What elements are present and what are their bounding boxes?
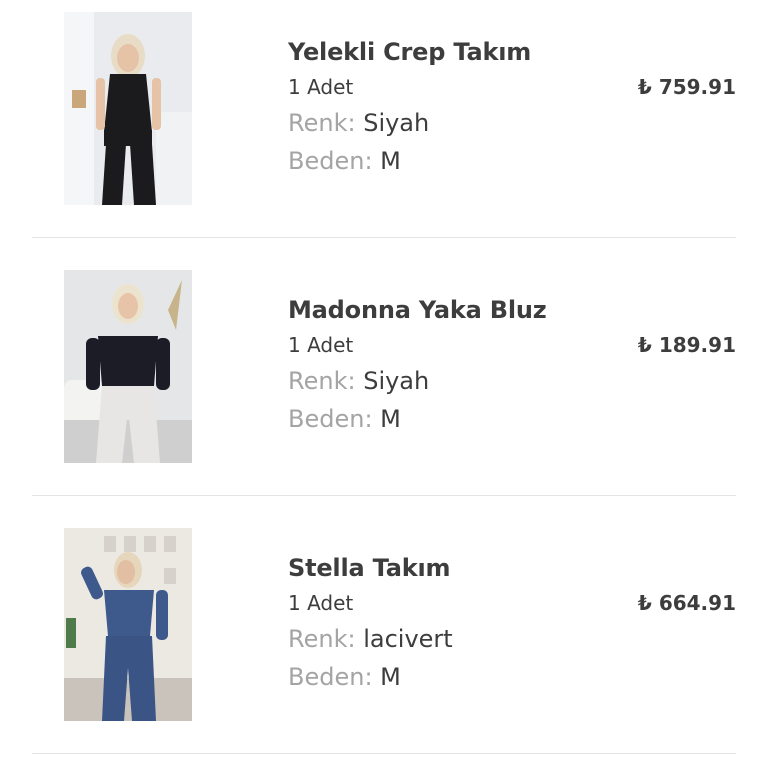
product-quantity: 1 Adet (288, 333, 354, 357)
product-quantity: 1 Adet (288, 75, 354, 99)
product-image[interactable] (64, 528, 192, 721)
lira-currency-icon: ₺ (637, 75, 652, 99)
item-divider (32, 495, 736, 496)
product-size: Beden: M (288, 663, 401, 691)
product-quantity: 1 Adet (288, 591, 354, 615)
color-label: Renk: (288, 367, 356, 395)
product-size: Beden: M (288, 147, 401, 175)
color-label: Renk: (288, 625, 356, 653)
color-value: lacivert (363, 625, 453, 653)
product-size: Beden: M (288, 405, 401, 433)
size-label: Beden: (288, 147, 373, 175)
size-label: Beden: (288, 405, 373, 433)
cart-item[interactable]: Stella Takım 1 Adet Renk: lacivert Beden… (0, 516, 768, 774)
color-label: Renk: (288, 109, 356, 137)
product-price: ₺ 664.91 (638, 591, 736, 615)
lira-currency-icon: ₺ (637, 591, 652, 615)
product-color: Renk: Siyah (288, 109, 429, 137)
product-price: ₺ 189.91 (638, 333, 736, 357)
product-photo-icon (64, 12, 192, 205)
product-photo-icon (64, 270, 192, 463)
product-color: Renk: lacivert (288, 625, 453, 653)
size-value: M (380, 663, 401, 691)
item-divider (32, 753, 736, 754)
product-color: Renk: Siyah (288, 367, 429, 395)
size-value: M (380, 405, 401, 433)
price-value: 759.91 (658, 75, 736, 99)
product-price: ₺ 759.91 (638, 75, 736, 99)
lira-currency-icon: ₺ (637, 333, 652, 357)
cart-item[interactable]: Madonna Yaka Bluz 1 Adet Renk: Siyah Bed… (0, 258, 768, 516)
price-value: 189.91 (658, 333, 736, 357)
product-image[interactable] (64, 270, 192, 463)
size-label: Beden: (288, 663, 373, 691)
cart-item[interactable]: Yelekli Crep Takım 1 Adet Renk: Siyah Be… (0, 0, 768, 258)
product-image[interactable] (64, 12, 192, 205)
price-value: 664.91 (658, 591, 736, 615)
product-photo-icon (64, 528, 192, 721)
product-name[interactable]: Stella Takım (288, 554, 451, 582)
size-value: M (380, 147, 401, 175)
color-value: Siyah (363, 109, 430, 137)
item-divider (32, 237, 736, 238)
product-name[interactable]: Madonna Yaka Bluz (288, 296, 547, 324)
product-name[interactable]: Yelekli Crep Takım (288, 38, 531, 66)
color-value: Siyah (363, 367, 430, 395)
